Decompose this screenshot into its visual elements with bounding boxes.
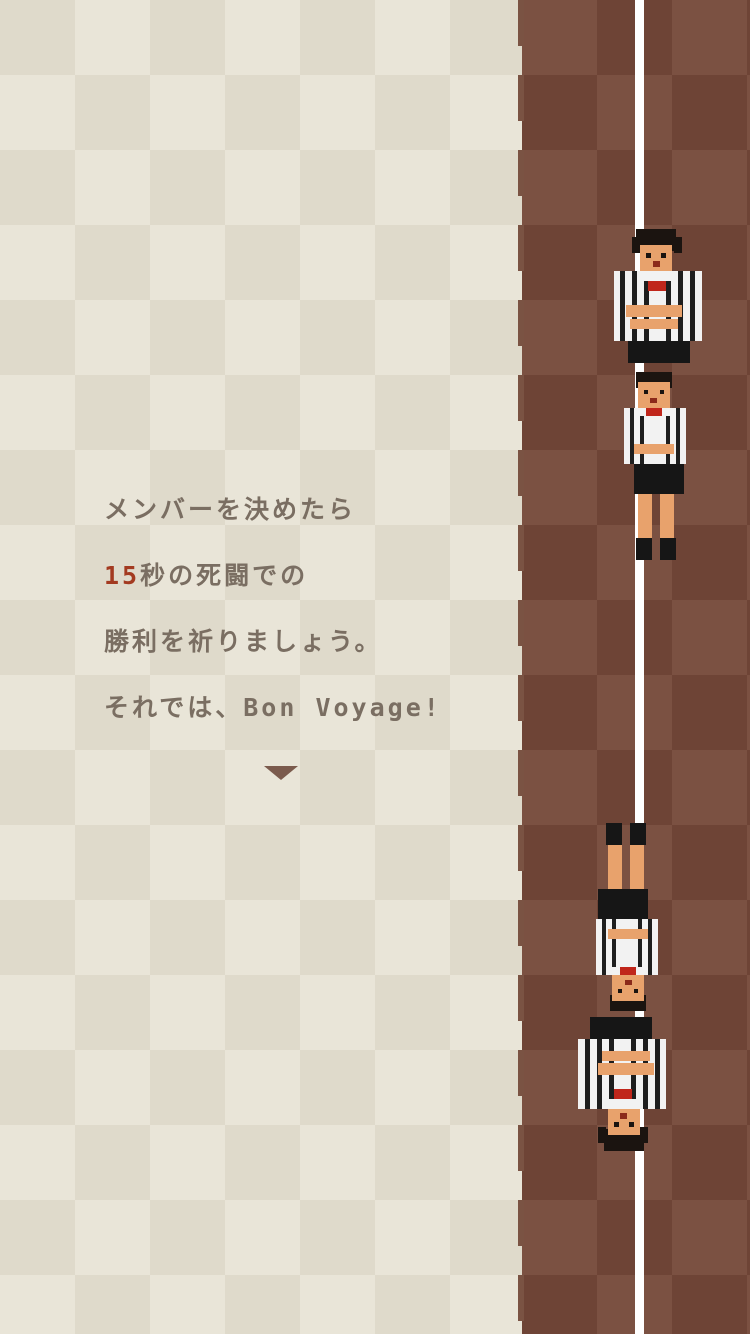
floor-seam (518, 0, 524, 1334)
player-top-back (624, 372, 686, 560)
player-top-front (614, 229, 702, 363)
player-bottom-back (596, 823, 658, 1011)
dialog-line-2-text: 秒の死闘での (140, 561, 309, 590)
dialog-line-3: 勝利を祈りましょう。 (104, 627, 383, 656)
dialog-line-2: 15秒の死闘での (104, 556, 504, 592)
dialog-seconds-number: 15 (104, 561, 141, 590)
game-stage[interactable]: メンバーを決めたら 15秒の死闘での 勝利を祈りましょう。 それでは、Bon V… (0, 0, 750, 1334)
player-bottom-front (578, 1017, 666, 1151)
triangle-down-icon[interactable] (264, 766, 298, 780)
dialog-line-4: それでは、Bon Voyage! (104, 693, 442, 722)
dialog-box[interactable]: メンバーを決めたら 15秒の死闘での 勝利を祈りましょう。 それでは、Bon V… (104, 490, 504, 754)
dialog-line-1: メンバーを決めたら (104, 495, 357, 524)
